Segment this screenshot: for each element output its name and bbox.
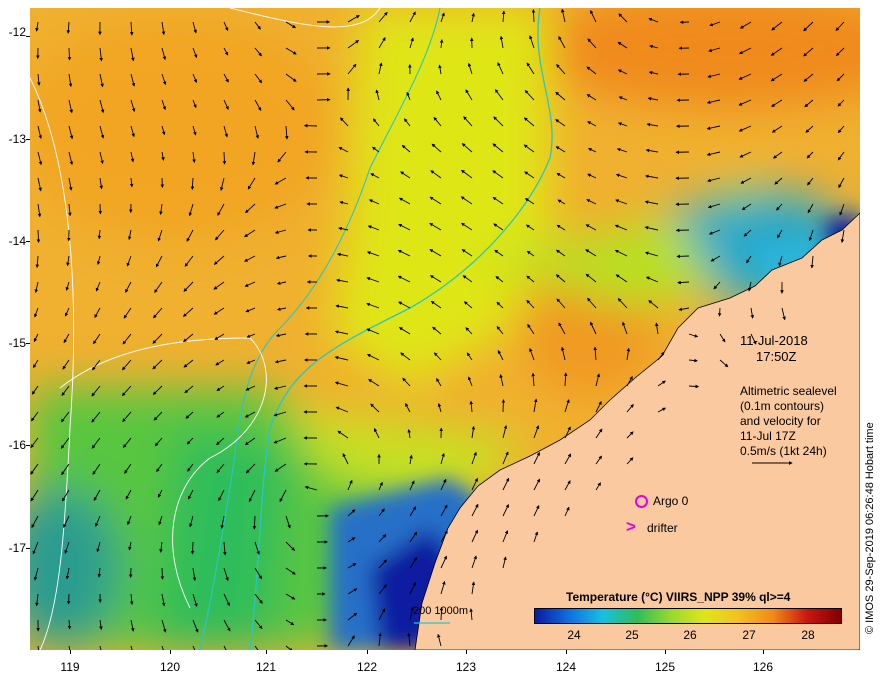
x-tick-label: 122 <box>356 660 378 674</box>
x-tick-mark <box>466 650 467 654</box>
velocity-vector <box>67 47 72 61</box>
y-tick-mark <box>26 139 30 140</box>
argo-circle-icon <box>635 495 648 508</box>
colorbar-tick: 26 <box>683 628 697 642</box>
x-tick-mark <box>665 650 666 654</box>
velocity-vector <box>190 541 195 555</box>
y-tick-mark <box>26 241 30 242</box>
velocity-vector <box>688 384 700 389</box>
x-tick-mark <box>566 650 567 654</box>
date-label: 11-Jul-2018 <box>740 333 808 348</box>
x-tick-label: 123 <box>455 660 477 674</box>
y-tick-mark <box>26 343 30 344</box>
credit-text: © IMOS 29-Sep-2019 06:26:48 Hobart time <box>864 422 876 634</box>
map-canvas <box>30 8 860 650</box>
y-tick-mark <box>26 445 30 446</box>
colorbar-tick: 27 <box>742 628 756 642</box>
velocity-vector <box>36 229 41 243</box>
bathy-legend-label: 200 1000m <box>413 605 469 617</box>
colorbar-tick: 24 <box>567 628 581 642</box>
velocity-vector <box>222 151 227 165</box>
x-tick-label: 124 <box>555 660 577 674</box>
y-tick-label: -14 <box>8 234 26 248</box>
altimetry-line: (0.1m contours) <box>740 399 825 413</box>
y-tick-label: -17 <box>8 541 26 555</box>
x-tick-label: 119 <box>60 660 80 674</box>
y-tick-label: -15 <box>8 336 26 350</box>
colorbar-tick: 25 <box>625 628 639 642</box>
x-tick-label: 121 <box>255 660 277 674</box>
altimetry-line: Altimetric sealevel <box>740 384 837 398</box>
x-tick-label: 125 <box>654 660 676 674</box>
y-tick-mark <box>26 548 30 549</box>
x-tick-mark <box>266 650 267 654</box>
x-tick-mark <box>170 650 171 654</box>
argo-label: Argo 0 <box>653 494 689 508</box>
y-tick-label: -16 <box>8 438 26 452</box>
colorbar <box>534 608 842 624</box>
colorbar-tick: 28 <box>801 628 815 642</box>
drifter-chevron-icon: > <box>626 517 636 536</box>
x-tick-mark <box>70 650 71 654</box>
drifter-label: drifter <box>647 521 678 535</box>
sst-map <box>30 8 860 650</box>
colorbar-title: Temperature (°C) VIIRS_NPP 39% ql>=4 <box>566 590 791 604</box>
time-label: 17:50Z <box>756 349 797 364</box>
x-tick-mark <box>367 650 368 654</box>
y-tick-label: -12 <box>8 25 26 39</box>
altimetry-line: 0.5m/s (1kt 24h) <box>740 444 827 458</box>
x-tick-label: 120 <box>159 660 181 674</box>
altimetry-line: and velocity for <box>740 414 821 428</box>
x-tick-label: 126 <box>752 660 774 674</box>
y-tick-label: -13 <box>8 132 26 146</box>
y-tick-mark <box>26 36 30 37</box>
altimetry-line: 11-Jul 17Z <box>740 429 796 443</box>
x-tick-mark <box>763 650 764 654</box>
